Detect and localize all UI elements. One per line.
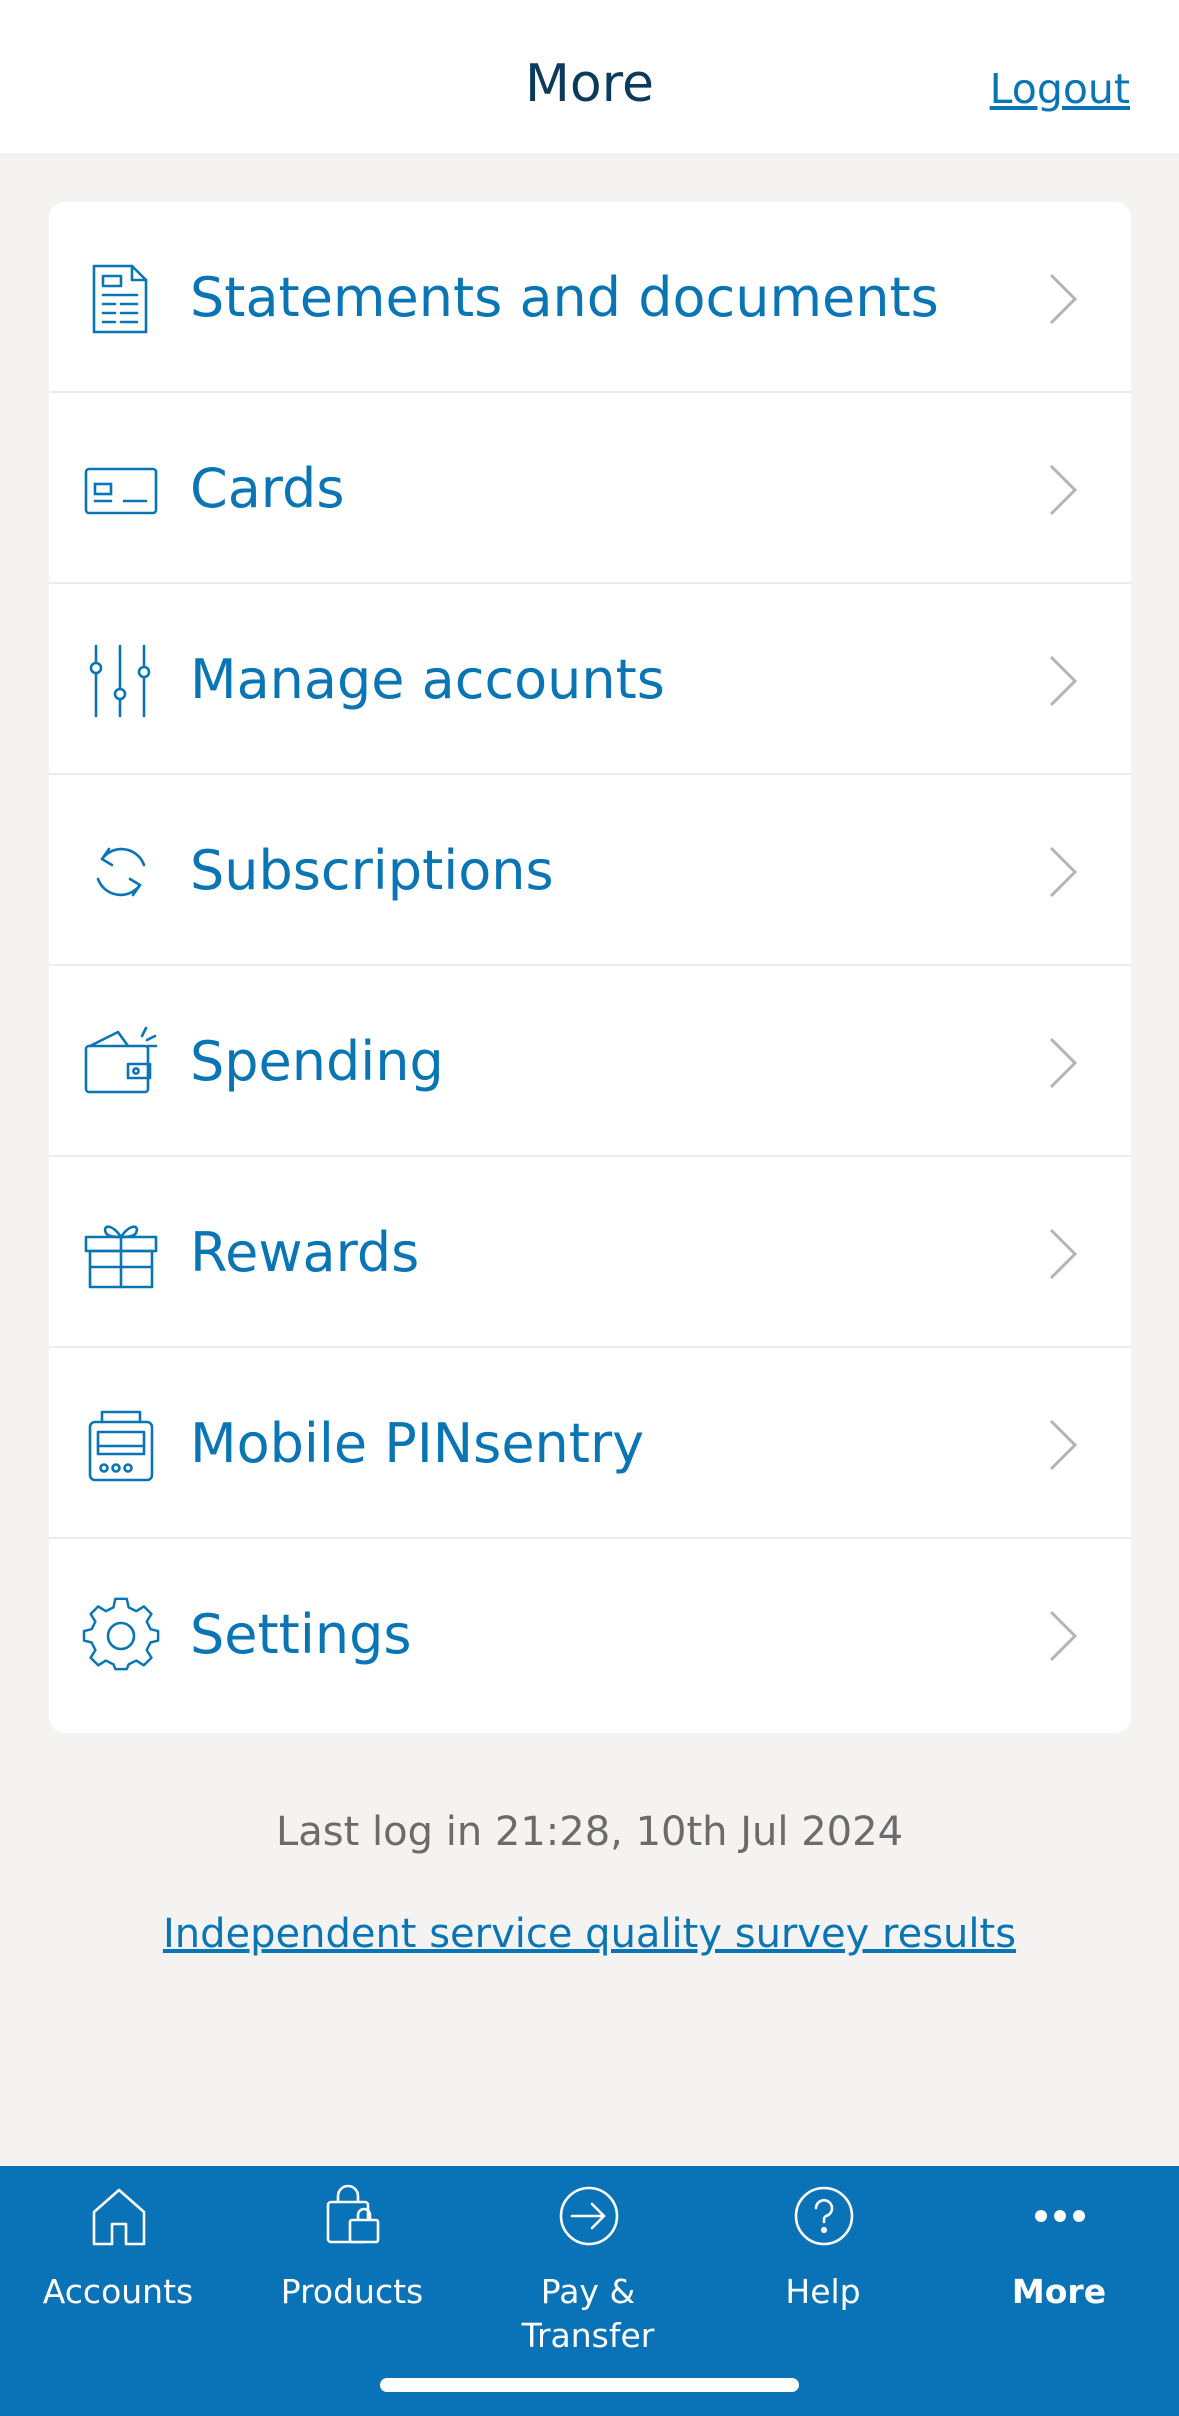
chevron-right-icon (1049, 273, 1078, 325)
chevron-right-icon (1049, 1610, 1078, 1662)
menu-item-mobile-pinsentry[interactable]: Mobile PINsentry (49, 1348, 1131, 1539)
tab-label: Accounts (42, 2272, 194, 2311)
tab-pay-transfer[interactable]: Pay & Transfer (470, 2166, 706, 2356)
menu-item-label: Cards (190, 457, 345, 520)
menu-item-rewards[interactable]: Rewards (49, 1157, 1131, 1348)
refresh-icon (96, 847, 146, 897)
menu-item-label: Manage accounts (190, 648, 665, 711)
card-icon (84, 467, 158, 515)
more-dots-icon (1035, 2210, 1085, 2222)
survey-results-link[interactable]: Independent service quality survey resul… (0, 1908, 1179, 1960)
menu-list: Statements and documents Cards Manage ac… (49, 202, 1131, 1733)
chevron-right-icon (1049, 464, 1078, 516)
menu-item-label: Mobile PINsentry (190, 1412, 645, 1475)
menu-item-spending[interactable]: Spending (49, 966, 1131, 1157)
menu-item-label: Spending (190, 1030, 444, 1093)
tab-label: Products (280, 2272, 424, 2311)
tab-accounts[interactable]: Accounts (0, 2166, 236, 2356)
home-indicator[interactable] (380, 2378, 799, 2392)
home-icon (92, 2188, 146, 2246)
chevron-right-icon (1049, 1419, 1078, 1471)
tab-label: Help (785, 2272, 861, 2311)
document-icon (92, 264, 148, 334)
menu-item-label: Settings (190, 1603, 412, 1666)
menu-item-cards[interactable]: Cards (49, 393, 1131, 584)
tab-more[interactable]: More (941, 2166, 1177, 2356)
last-login-text: Last log in 21:28, 10th Jul 2024 (275, 1809, 904, 1855)
menu-item-statements[interactable]: Statements and documents (49, 202, 1131, 393)
tab-label: More (1011, 2272, 1107, 2311)
gift-icon (84, 1225, 158, 1289)
menu-item-settings[interactable]: Settings (49, 1539, 1131, 1730)
tab-products[interactable]: Products (234, 2166, 470, 2356)
sliders-icon (89, 644, 151, 718)
chevron-right-icon (1049, 1228, 1078, 1280)
logout-link[interactable]: Logout (990, 62, 1130, 116)
tab-help[interactable]: Help (705, 2166, 941, 2356)
menu-item-manage-accounts[interactable]: Manage accounts (49, 584, 1131, 775)
menu-item-label: Subscriptions (190, 839, 554, 902)
tab-label: Pay & Transfer (521, 2272, 655, 2355)
menu-item-label: Statements and documents (190, 266, 939, 329)
wallet-icon (84, 1026, 158, 1094)
gear-icon (82, 1597, 160, 1671)
chevron-right-icon (1049, 655, 1078, 707)
shopping-bag-icon (326, 2184, 380, 2244)
question-circle-icon (794, 2186, 854, 2246)
menu-item-label: Rewards (190, 1221, 420, 1284)
arrow-circle-icon (559, 2186, 619, 2246)
header: More Logout (0, 0, 1179, 153)
card-reader-icon (88, 1410, 154, 1482)
chevron-right-icon (1049, 1037, 1078, 1089)
menu-item-subscriptions[interactable]: Subscriptions (49, 775, 1131, 966)
chevron-right-icon (1049, 846, 1078, 898)
